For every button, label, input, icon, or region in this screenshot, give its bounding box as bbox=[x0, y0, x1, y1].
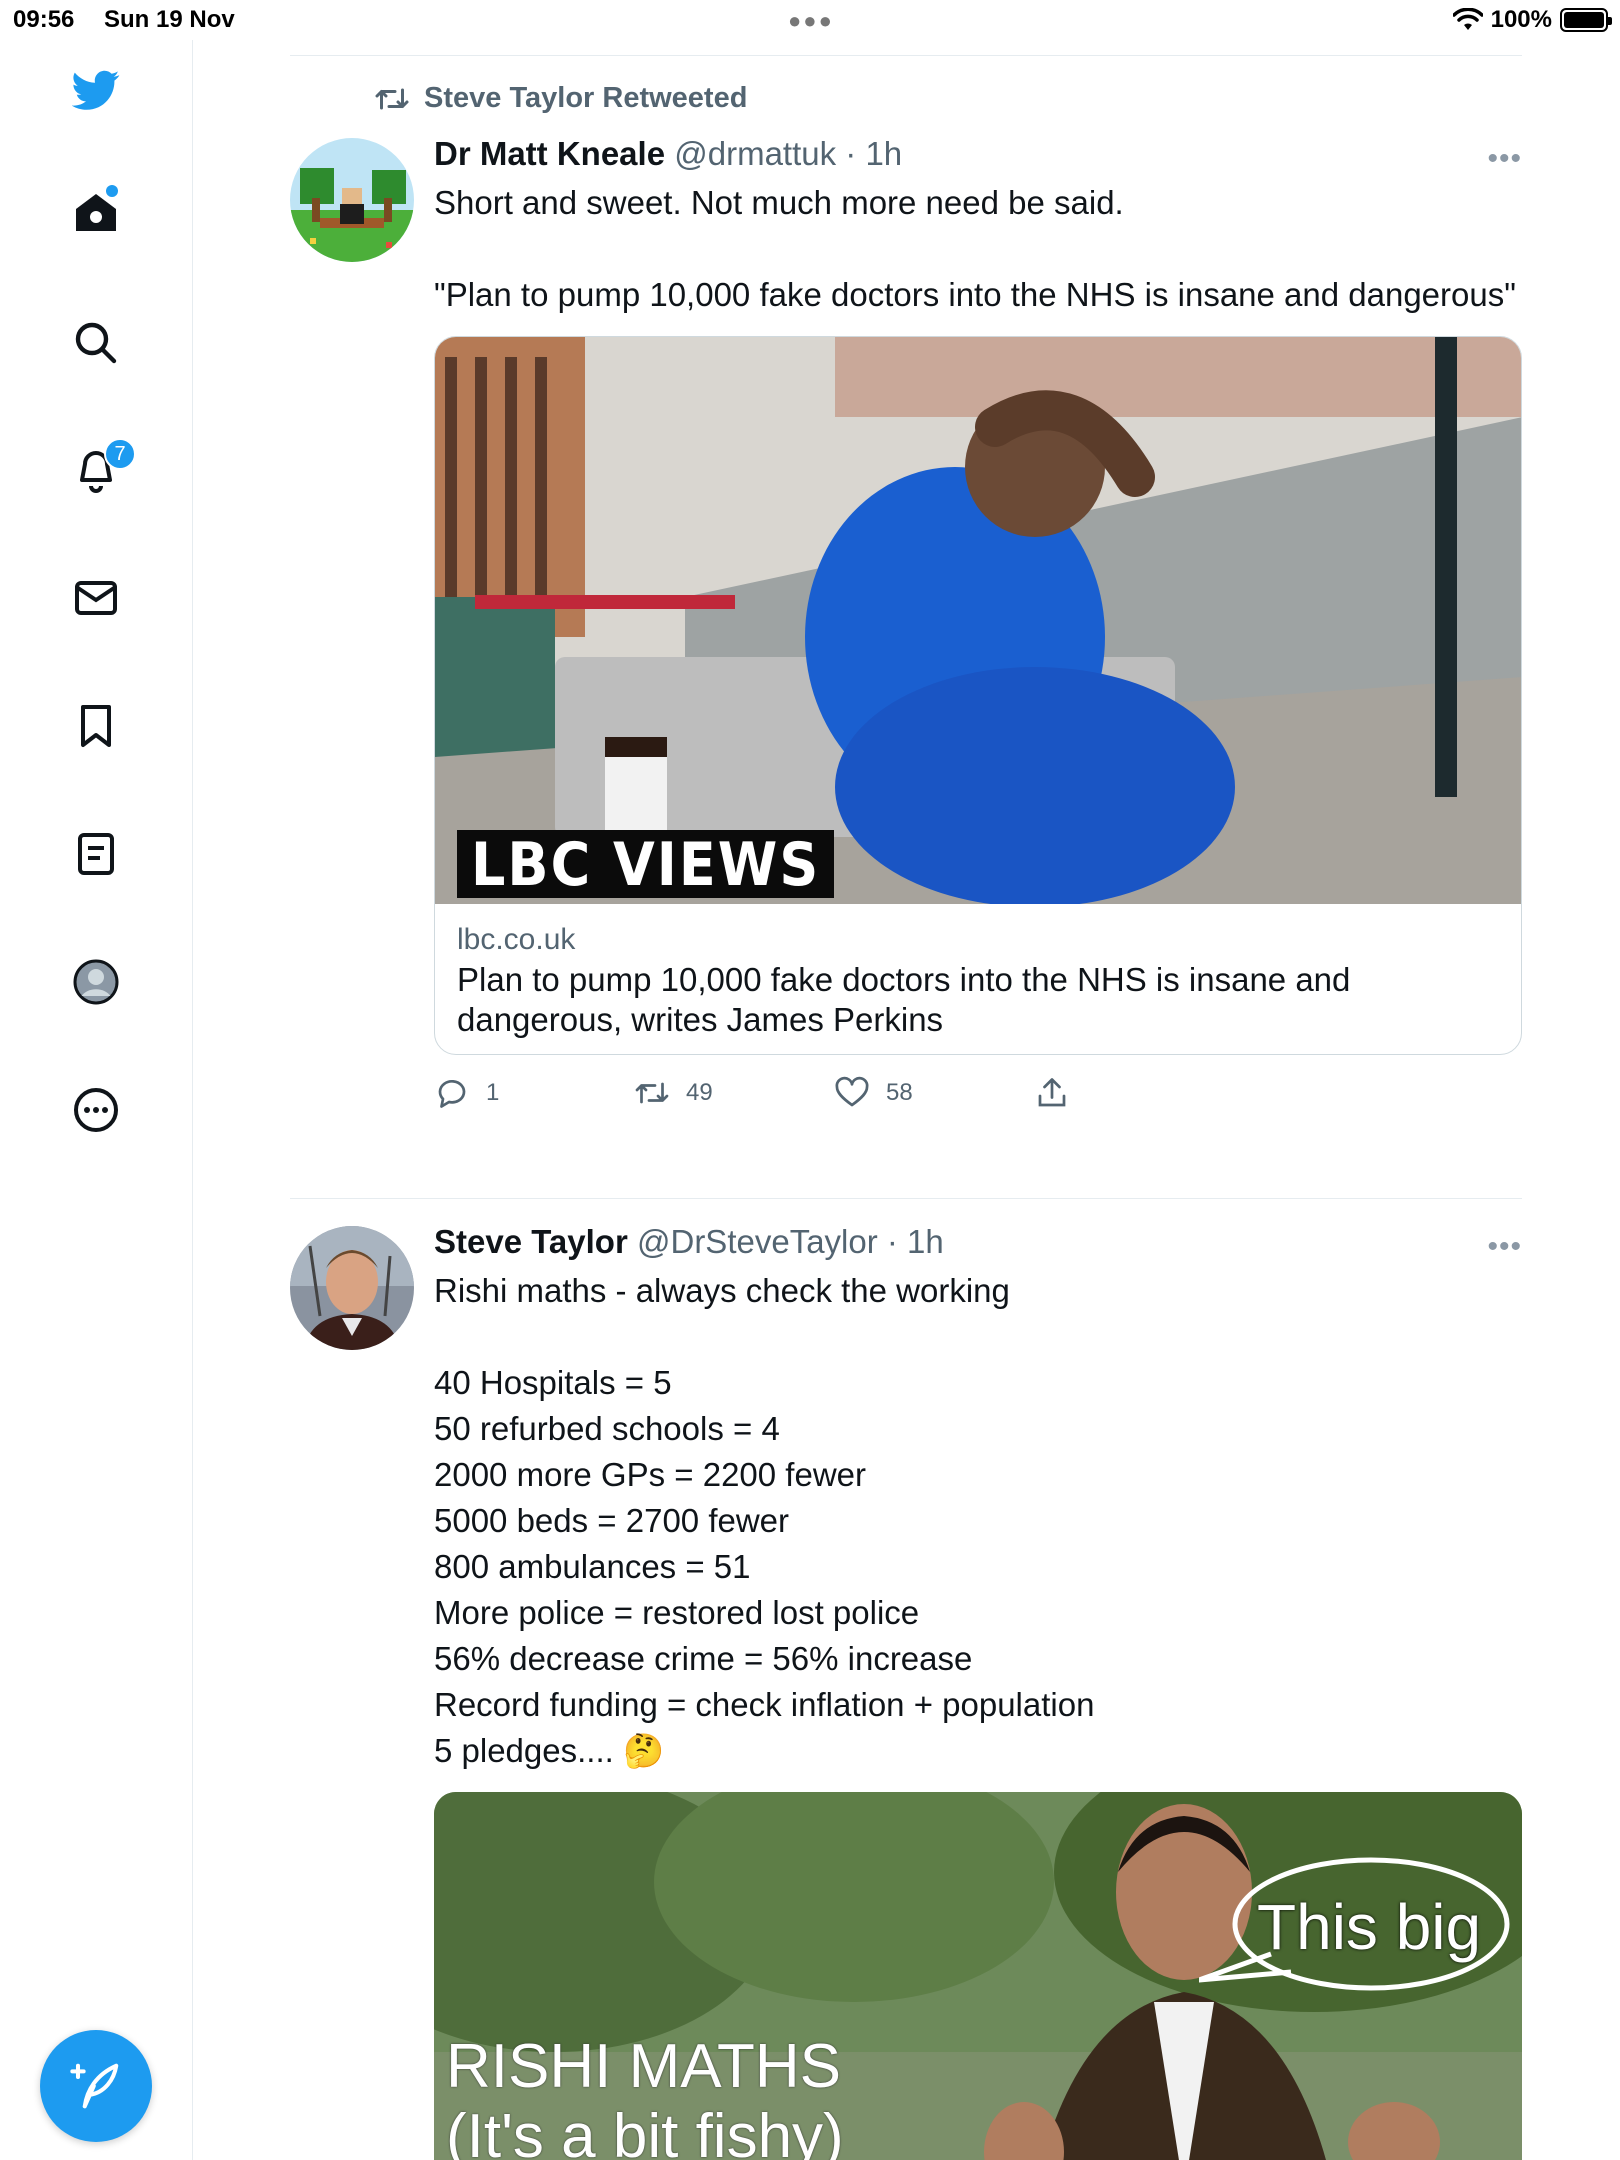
bookmarks-icon[interactable] bbox=[66, 696, 126, 756]
image-caption-main: RISHI MATHS bbox=[446, 2032, 841, 2101]
feed-top-divider bbox=[290, 55, 1522, 56]
author-name[interactable]: Steve Taylor bbox=[434, 1223, 628, 1260]
compose-tweet-button[interactable] bbox=[40, 2030, 152, 2142]
like-button[interactable]: 58 bbox=[834, 1075, 913, 1111]
avatar[interactable] bbox=[290, 1226, 414, 1350]
notifications-icon[interactable]: 7 bbox=[66, 438, 136, 500]
share-icon bbox=[1038, 1078, 1066, 1107]
lists-icon[interactable] bbox=[66, 824, 126, 884]
author-name[interactable]: Dr Matt Kneale bbox=[434, 135, 665, 172]
link-card[interactable]: LBC VIEWS lbc.co.uk Plan to pump 10,000 … bbox=[434, 336, 1522, 1055]
reply-icon bbox=[438, 1080, 466, 1108]
retweet-indicator: Steve Taylor Retweeted bbox=[374, 82, 747, 115]
like-count: 58 bbox=[886, 1079, 913, 1106]
tweet-more-icon[interactable]: ••• bbox=[1487, 142, 1522, 176]
home-icon[interactable] bbox=[66, 183, 126, 243]
tweet-content: Dr Matt Kneale @drmattuk · 1h ••• Short … bbox=[434, 134, 1522, 1125]
tweet-time: · 1h bbox=[886, 1223, 944, 1260]
home-unread-dot bbox=[106, 185, 118, 197]
tweet-text: Rishi maths - always check the working 4… bbox=[434, 1272, 1095, 1769]
speech-bubble: This big bbox=[1199, 1854, 1514, 2004]
status-bar: 09:56 Sun 19 Nov ●●● 100% bbox=[0, 0, 1620, 40]
multitasking-dots-icon[interactable]: ●●● bbox=[788, 8, 834, 34]
tweet-content: Steve Taylor @DrSteveTaylor · 1h ••• Ris… bbox=[434, 1222, 1522, 2160]
tweet-header: Dr Matt Kneale @drmattuk · 1h bbox=[434, 134, 1522, 174]
status-date: Sun 19 Nov bbox=[104, 6, 235, 33]
card-image: LBC VIEWS bbox=[435, 337, 1521, 904]
retweet-icon bbox=[375, 88, 409, 109]
card-domain: lbc.co.uk bbox=[457, 923, 576, 956]
card-title: Plan to pump 10,000 fake doctors into th… bbox=[457, 961, 1351, 1038]
status-time: 09:56 bbox=[13, 6, 75, 33]
status-right: 100% bbox=[1452, 6, 1612, 34]
image-caption-sub: (It's a bit fishy) bbox=[446, 2102, 844, 2160]
author-handle[interactable]: @drmattuk bbox=[674, 135, 836, 172]
wifi-icon bbox=[1452, 8, 1483, 30]
tweet-image[interactable]: RISHI MATHS (It's a bit fishy) This big bbox=[434, 1792, 1522, 2160]
tweet-text: Short and sweet. Not much more need be s… bbox=[434, 184, 1516, 313]
heart-icon bbox=[835, 1076, 869, 1107]
battery-percent: 100% bbox=[1490, 6, 1552, 33]
search-icon[interactable] bbox=[66, 313, 126, 373]
tweet-divider bbox=[290, 1198, 1522, 1199]
image-caption: RISHI MATHS (It's a bit fishy) bbox=[446, 2032, 844, 2160]
retweet-count: 49 bbox=[686, 1079, 713, 1106]
card-image-overlay-badge: LBC VIEWS bbox=[457, 829, 835, 899]
battery-icon bbox=[1560, 8, 1612, 32]
card-overlay-text: LBC VIEWS bbox=[471, 829, 821, 899]
retweet-icon bbox=[635, 1082, 669, 1104]
share-button[interactable] bbox=[1034, 1075, 1070, 1111]
speech-bubble-text: This big bbox=[1257, 1891, 1482, 1963]
retweet-label[interactable]: Steve Taylor Retweeted bbox=[424, 82, 747, 115]
messages-icon[interactable] bbox=[66, 568, 126, 628]
profile-icon[interactable] bbox=[66, 952, 126, 1012]
more-icon[interactable] bbox=[66, 1080, 126, 1140]
tweet-time: · 1h bbox=[845, 135, 903, 172]
retweet-button[interactable]: 49 bbox=[634, 1075, 713, 1111]
compose-feather-icon bbox=[70, 2063, 119, 2109]
avatar[interactable] bbox=[290, 138, 414, 262]
tweet-more-icon[interactable]: ••• bbox=[1487, 1230, 1522, 1264]
tweet-actions: 1 49 58 bbox=[434, 1075, 1522, 1125]
notifications-badge: 7 bbox=[104, 438, 136, 470]
sidebar: 7 bbox=[0, 40, 193, 2160]
author-handle[interactable]: @DrSteveTaylor bbox=[637, 1223, 878, 1260]
reply-count: 1 bbox=[486, 1079, 500, 1106]
tweet-header: Steve Taylor @DrSteveTaylor · 1h bbox=[434, 1222, 1522, 1262]
twitter-logo-icon[interactable] bbox=[66, 60, 126, 120]
card-meta: lbc.co.uk Plan to pump 10,000 fake docto… bbox=[435, 904, 1521, 1054]
reply-button[interactable]: 1 bbox=[434, 1075, 499, 1111]
